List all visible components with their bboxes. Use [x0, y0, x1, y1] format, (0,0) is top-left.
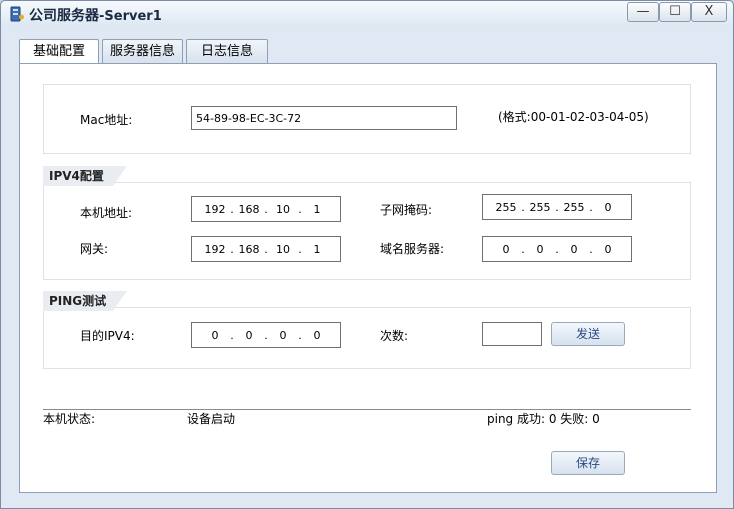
save-button[interactable]: 保存	[551, 451, 625, 475]
ping-count-label: 次数:	[380, 329, 409, 343]
subnet-mask-label: 子网掩码:	[380, 203, 433, 217]
server-config-window: 公司服务器-Server1 — ☐ X 基础配置 服务器信息 日志信息 Mac地…	[0, 0, 734, 509]
send-button[interactable]: 发送	[551, 322, 625, 346]
dns-server-label: 域名服务器:	[380, 242, 445, 256]
target-ipv4-input[interactable]: 0. 0. 0. 0	[191, 322, 341, 348]
ip-octet[interactable]: 0	[561, 243, 587, 256]
minimize-icon: —	[636, 4, 650, 19]
tab-log-info[interactable]: 日志信息	[186, 39, 268, 63]
ip-octet[interactable]: 255	[561, 201, 587, 214]
minimize-button[interactable]: —	[627, 2, 659, 22]
ip-octet[interactable]: 168	[236, 243, 262, 256]
ip-octet[interactable]: 168	[236, 203, 262, 216]
basic-config-panel: Mac地址: 54-89-98-EC-3C-72 (格式:00-01-02-03…	[19, 63, 717, 493]
gateway-label: 网关:	[80, 242, 109, 256]
ping-count-input[interactable]	[482, 322, 542, 346]
ip-octet[interactable]: 10	[270, 243, 296, 256]
tab-basic-config[interactable]: 基础配置	[19, 39, 99, 64]
device-status-label: 本机状态:	[43, 412, 96, 426]
ip-octet[interactable]: 1	[304, 243, 330, 256]
close-button[interactable]: X	[691, 2, 727, 22]
close-icon: X	[704, 4, 714, 19]
ip-octet[interactable]: 0	[595, 243, 621, 256]
window-title: 公司服务器-Server1	[29, 5, 162, 25]
window-title-main: 公司服务器	[29, 8, 99, 24]
ip-octet[interactable]: 10	[270, 203, 296, 216]
ip-octet[interactable]: 255	[527, 201, 553, 214]
local-address-label: 本机地址:	[80, 206, 133, 220]
maximize-button[interactable]: ☐	[659, 2, 691, 22]
ping-result-text: ping 成功: 0 失败: 0	[487, 412, 600, 426]
ip-octet[interactable]: 0	[527, 243, 553, 256]
ip-octet[interactable]: 192	[202, 243, 228, 256]
ipv4-group-title: IPV4配置	[43, 166, 127, 186]
target-ipv4-label: 目的IPV4:	[80, 329, 135, 343]
ip-octet[interactable]: 0	[236, 329, 262, 342]
local-address-input[interactable]: 192. 168. 10. 1	[191, 196, 341, 222]
ip-octet[interactable]: 0	[493, 243, 519, 256]
device-status-value: 设备启动	[187, 412, 236, 426]
mac-format-hint: (格式:00-01-02-03-04-05)	[498, 110, 649, 124]
ip-octet[interactable]: 0	[270, 329, 296, 342]
window-title-suffix: -Server1	[99, 9, 162, 24]
ip-octet[interactable]: 192	[202, 203, 228, 216]
ip-octet[interactable]: 0	[595, 201, 621, 214]
ip-octet[interactable]: 0	[304, 329, 330, 342]
gateway-input[interactable]: 192. 168. 10. 1	[191, 236, 341, 262]
mac-label: Mac地址:	[80, 113, 133, 127]
subnet-mask-input[interactable]: 255. 255. 255. 0	[482, 194, 632, 220]
dns-server-input[interactable]: 0. 0. 0. 0	[482, 236, 632, 262]
ping-group-title: PING测试	[43, 291, 127, 311]
mac-input[interactable]: 54-89-98-EC-3C-72	[191, 106, 457, 130]
tab-server-info[interactable]: 服务器信息	[102, 39, 183, 63]
server-icon	[10, 6, 24, 22]
ip-octet[interactable]: 1	[304, 203, 330, 216]
ip-octet[interactable]: 255	[493, 201, 519, 214]
ip-octet[interactable]: 0	[202, 329, 228, 342]
title-bar[interactable]: 公司服务器-Server1 — ☐ X	[1, 1, 733, 27]
maximize-icon: ☐	[669, 4, 681, 19]
